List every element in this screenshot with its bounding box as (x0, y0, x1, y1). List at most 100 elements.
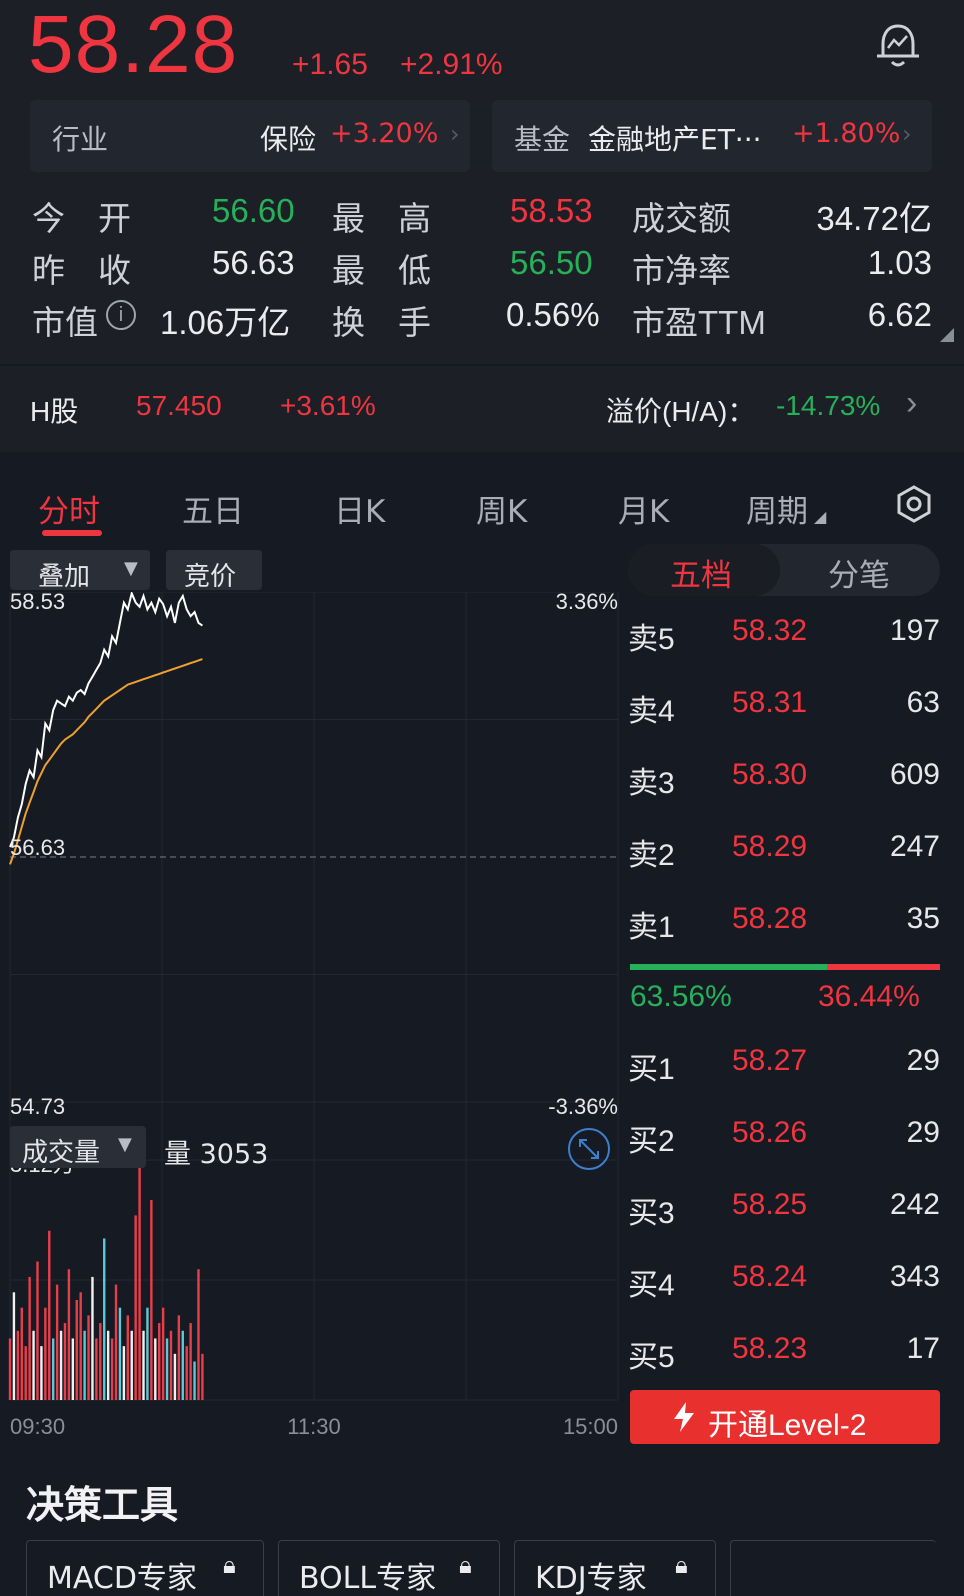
low-label: 最 低 (332, 252, 431, 289)
fund-name: 金融地产ET··· (588, 123, 762, 156)
bid-label: 买3 (628, 1197, 675, 1230)
volume-bar (130, 1330, 133, 1400)
price-change: +1.65 (292, 48, 368, 81)
turnover-value: 0.56% (506, 296, 600, 333)
volume-bar (103, 1238, 106, 1400)
volume-bar (63, 1323, 67, 1400)
volume-bar (99, 1323, 102, 1400)
ask-price: 58.28 (732, 902, 808, 935)
quote-header: 58.28 +1.65 +2.91% 行业 保险 +3.20% › 基金 金融地… (0, 0, 964, 364)
bid-row-3[interactable]: 买3 58.25 242 (628, 1188, 940, 1232)
price-alert-bell-icon[interactable] (870, 18, 926, 74)
ask-price: 58.29 (732, 830, 808, 863)
ask-row-5[interactable]: 卖5 58.32 197 (628, 614, 940, 658)
quote-row-2: 昨 收 56.63 最 低 56.50 市净率 1.03 (32, 244, 932, 289)
tab-weekly-k[interactable]: 周K (476, 486, 527, 531)
premium-label: 溢价(H/A)： (606, 396, 756, 427)
bid-row-4[interactable]: 买4 58.24 343 (628, 1260, 940, 1304)
y-tick-mid: 56.63 (10, 835, 65, 860)
tab-monthly-k[interactable]: 月K (618, 486, 669, 531)
y-tick-top: 58.53 (10, 592, 65, 614)
industry-pill[interactable]: 行业 保险 +3.20% › (30, 100, 470, 172)
volume-bar (126, 1315, 129, 1400)
ask-row-1[interactable]: 卖1 58.28 35 (628, 902, 940, 946)
settings-icon[interactable] (894, 484, 934, 524)
chevron-right-icon: › (902, 120, 912, 148)
tab-period[interactable]: 周期 ◢ (746, 486, 826, 531)
fullscreen-icon[interactable] (566, 1126, 612, 1172)
caret-down-icon: ▼ (124, 558, 138, 579)
overlay-selector[interactable]: 叠加 ▼ (10, 550, 150, 592)
volume-bar (181, 1330, 184, 1400)
volume-bar (40, 1346, 43, 1400)
ask-price: 58.31 (732, 686, 808, 719)
intraday-chart[interactable]: 58.53 56.63 54.73 3.36% -3.36% 3.12万 09:… (0, 592, 620, 1460)
ask-row-3[interactable]: 卖3 58.30 609 (628, 758, 940, 802)
volume-bar (67, 1269, 71, 1400)
bid-price: 58.25 (732, 1188, 808, 1221)
tab-daily-k[interactable]: 日K (334, 486, 385, 531)
tool-label: BOLL专家 (299, 1561, 437, 1596)
caret-down-icon: ▼ (118, 1134, 132, 1155)
activate-level2-button[interactable]: 开通Level-2 (630, 1390, 940, 1444)
volume-indicator-selector[interactable]: 成交量 ▼ (10, 1126, 146, 1168)
auction-button[interactable]: 竞价 (166, 550, 262, 592)
ask-volume: 35 (906, 902, 940, 935)
volume-bar (71, 1338, 75, 1400)
pe-label: 市盈TTM (632, 304, 766, 341)
tool-boll[interactable]: BOLL专家 🔒︎ (278, 1540, 500, 1596)
price-change-pct: +2.91% (400, 48, 503, 81)
volume-bar (189, 1323, 192, 1400)
ask-row-2[interactable]: 卖2 58.29 247 (628, 830, 940, 874)
volume-bar (44, 1307, 47, 1400)
high-value: 58.53 (510, 192, 593, 229)
volume-bar (36, 1261, 39, 1400)
bid-price: 58.24 (732, 1260, 808, 1293)
overlay-label: 叠加 (38, 562, 91, 592)
fund-pill[interactable]: 基金 金融地产ET··· +1.80% › (492, 100, 932, 172)
tab-five-levels[interactable]: 五档 (670, 550, 732, 595)
volume-bar (95, 1338, 98, 1400)
volume-bar (20, 1307, 23, 1400)
mcap-value: 1.06万亿 (160, 304, 291, 341)
tool-kdj[interactable]: KDJ专家 🔒︎ (514, 1540, 716, 1596)
ratio-bar-buy (630, 964, 828, 970)
x-tick-open: 09:30 (10, 1414, 65, 1439)
tab-ticks[interactable]: 分笔 (828, 550, 890, 595)
ask-row-4[interactable]: 卖4 58.31 63 (628, 686, 940, 730)
tab-intraday[interactable]: 分时 (38, 486, 100, 531)
h-share-bar[interactable]: H股 57.450 +3.61% 溢价(H/A)： -14.73% › (0, 366, 964, 452)
bid-row-1[interactable]: 买1 58.27 29 (628, 1044, 940, 1088)
turnover-label: 换 手 (332, 304, 431, 341)
tool-more[interactable] (730, 1540, 936, 1596)
bid-row-5[interactable]: 买5 58.23 17 (628, 1332, 940, 1376)
bid-label: 买4 (628, 1269, 675, 1302)
pb-label: 市净率 (632, 252, 731, 289)
info-icon[interactable]: i (106, 300, 136, 330)
expand-corner-icon[interactable] (940, 328, 954, 342)
ask-volume: 197 (889, 614, 940, 647)
chart-grid (9, 592, 619, 1401)
volume-bar (48, 1230, 51, 1400)
y-right-tick-bottom: -3.36% (548, 1094, 618, 1119)
volume-bar (177, 1315, 181, 1400)
bid-row-2[interactable]: 买2 58.26 29 (628, 1116, 940, 1160)
triangle-down-icon: ◢ (814, 507, 827, 526)
lock-icon: 🔒︎ (459, 1551, 472, 1579)
last-price: 58.28 (28, 0, 239, 90)
lightning-icon (674, 1402, 694, 1432)
tool-macd[interactable]: MACD专家 🔒︎ (26, 1540, 264, 1596)
lock-icon: 🔒︎ (223, 1551, 236, 1579)
h-share-price: 57.450 (136, 390, 222, 421)
volume-bar (185, 1346, 188, 1400)
volume-bar (169, 1330, 173, 1400)
tab-five-day[interactable]: 五日 (182, 486, 244, 531)
quote-row-1: 今 开 56.60 最 高 58.53 成交额 34.72亿 (32, 192, 932, 237)
y-tick-bottom: 54.73 (10, 1094, 65, 1119)
bid-volume: 242 (889, 1188, 940, 1221)
x-tick-noon: 11:30 (287, 1414, 340, 1439)
y-right-tick-top: 3.36% (556, 592, 618, 614)
low-value: 56.50 (510, 244, 593, 281)
avg-price-line (9, 658, 203, 865)
sell-ratio: 36.44% (818, 980, 920, 1013)
